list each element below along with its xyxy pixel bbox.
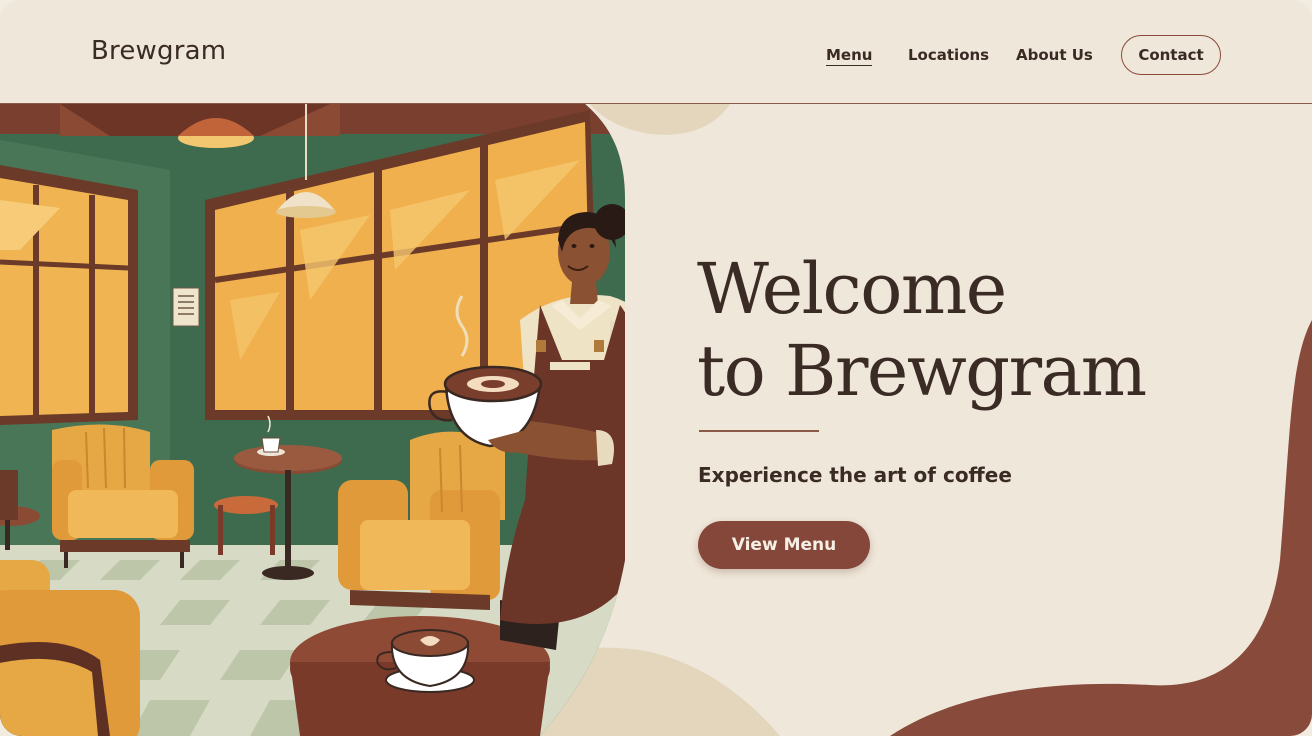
nav-menu-link[interactable]: Menu xyxy=(826,46,873,66)
site-header: Brewgram Menu Locations About Us Contact xyxy=(0,0,1312,104)
hero-subtitle: Experience the art of coffee xyxy=(698,463,1012,487)
hero-title-line-2: to Brewgram xyxy=(697,330,1147,412)
contact-button[interactable]: Contact xyxy=(1121,35,1221,75)
nav-about-link[interactable]: About Us xyxy=(1016,46,1093,64)
nav-locations-link[interactable]: Locations xyxy=(908,46,989,64)
barista-cafe-illustration xyxy=(0,104,1312,736)
hero-title-line-1: Welcome xyxy=(697,248,1007,330)
hero-title: Welcome to Brewgram xyxy=(697,248,1147,412)
view-menu-button[interactable]: View Menu xyxy=(698,521,870,569)
landing-page: Brewgram Menu Locations About Us Contact xyxy=(0,0,1312,736)
cafe-scene xyxy=(0,104,625,736)
hero-divider xyxy=(699,430,819,432)
main-nav: Menu Locations About Us Contact xyxy=(0,0,1312,103)
beige-blob-top xyxy=(590,104,730,135)
